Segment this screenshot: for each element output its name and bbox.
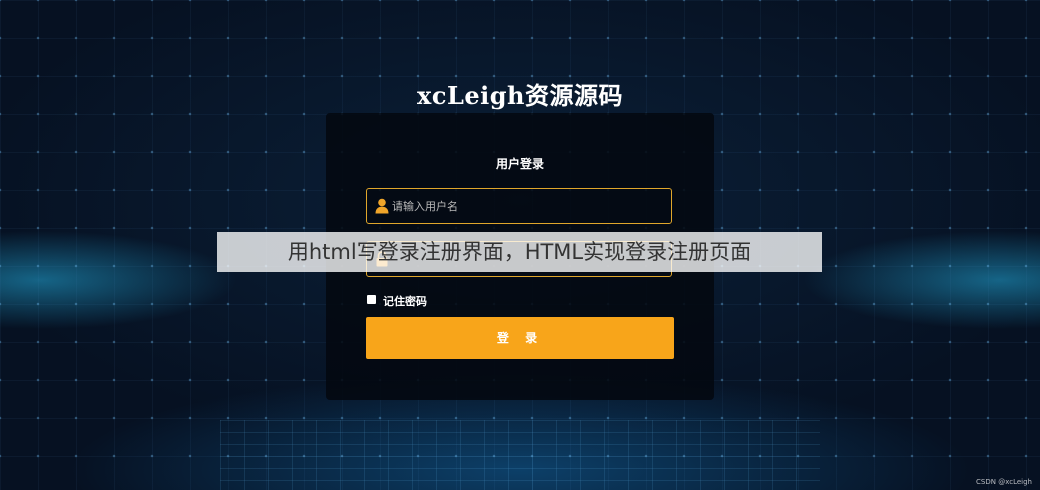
overlay-caption-banner: 用html写登录注册界面，HTML实现登录注册页面 bbox=[217, 232, 822, 272]
login-button[interactable]: 登 录 bbox=[366, 317, 674, 359]
watermark: CSDN @xcLeigh bbox=[976, 478, 1032, 486]
user-icon bbox=[375, 198, 389, 214]
login-panel-title: 用户登录 bbox=[495, 157, 544, 171]
site-title: xcLeigh资源源码 bbox=[417, 81, 623, 110]
background-floor-grid bbox=[220, 420, 820, 490]
username-field[interactable] bbox=[366, 188, 672, 224]
remember-password-label: 记住密码 bbox=[383, 295, 427, 308]
remember-password-checkbox[interactable] bbox=[367, 295, 376, 304]
username-input[interactable] bbox=[392, 189, 662, 223]
